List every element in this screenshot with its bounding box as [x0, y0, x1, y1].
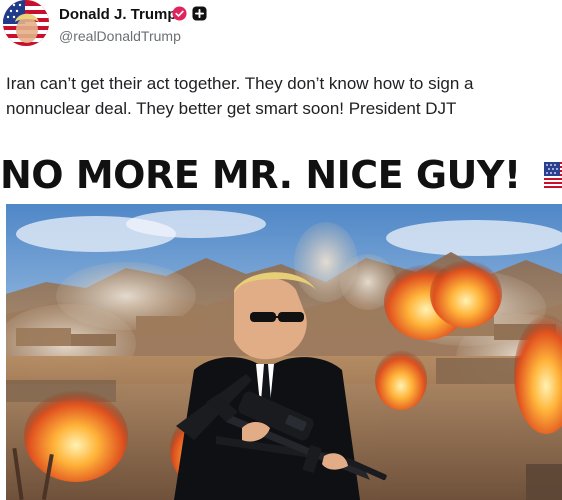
avatar[interactable]	[3, 0, 49, 46]
post-text: Iran can’t get their act together. They …	[6, 74, 474, 118]
plus-badge-icon	[192, 6, 207, 21]
author-handle[interactable]: @realDonaldTrump	[59, 28, 181, 44]
author-name[interactable]: Donald J. Trump	[59, 6, 177, 23]
us-flag-icon	[543, 161, 562, 188]
verified-badge-icon	[172, 6, 187, 21]
avatar-image	[3, 0, 49, 46]
media-headline: NO MORE MR. NICE GUY!	[0, 150, 562, 197]
media-headline-text: NO MORE MR. NICE GUY!	[0, 152, 521, 197]
post-header: Donald J. Trump @realDonaldTrump	[0, 0, 562, 56]
media-image	[6, 204, 562, 500]
post-media[interactable]: NO MORE MR. NICE GUY!	[0, 140, 562, 500]
